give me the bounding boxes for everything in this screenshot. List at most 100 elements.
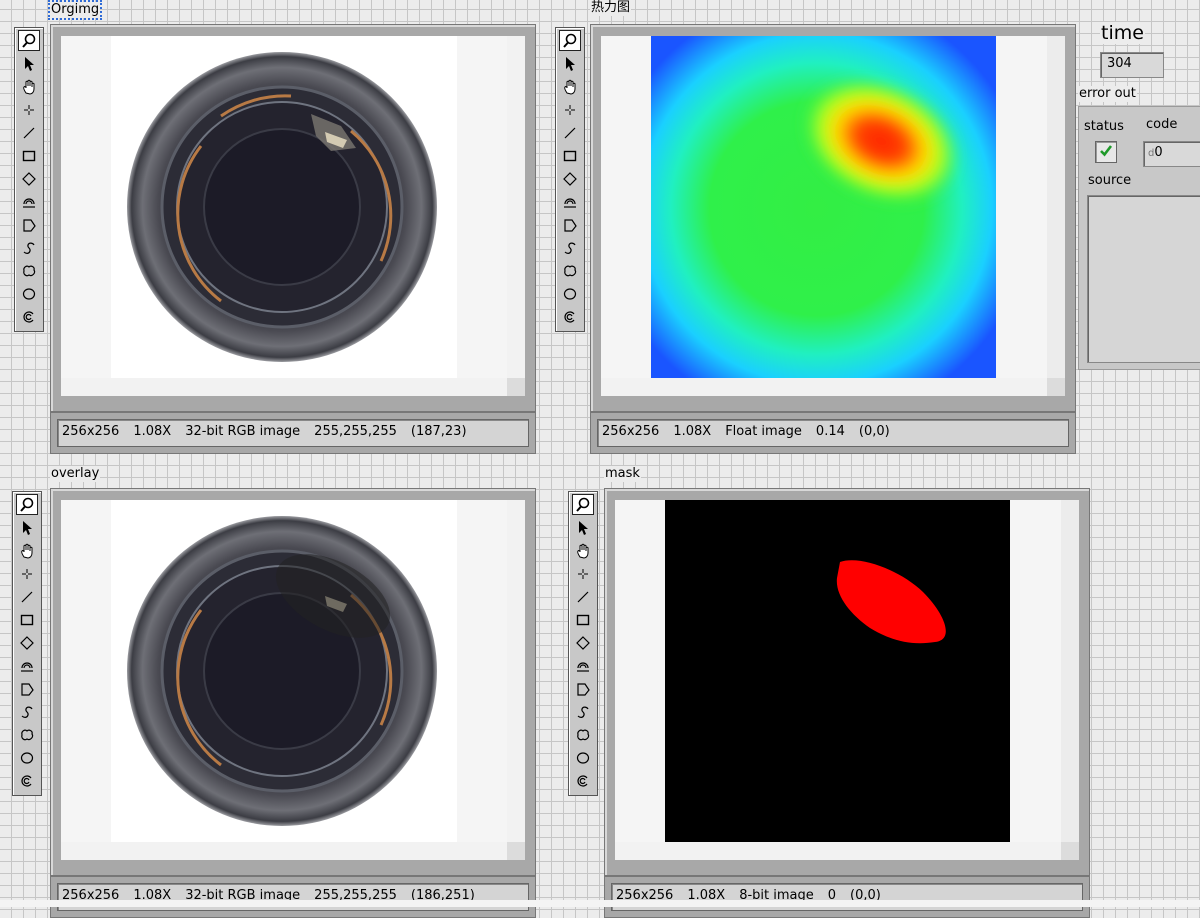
rectangle-tool-icon[interactable] — [18, 145, 40, 166]
error-out-cluster: status code d0 source — [1078, 106, 1200, 370]
polygon-tool-icon[interactable] — [559, 214, 581, 235]
oval-tool-icon[interactable] — [559, 283, 581, 304]
broken-annulus-tool-icon[interactable] — [16, 770, 38, 791]
rectangle-tool-icon[interactable] — [559, 145, 581, 166]
annulus-tool-icon[interactable] — [16, 655, 38, 676]
heatmap-vscroll[interactable] — [1047, 36, 1065, 378]
heatmap-image — [651, 36, 996, 381]
rectangle-tool-icon[interactable] — [572, 609, 594, 630]
source-label: source — [1088, 173, 1132, 188]
orgimg-statusbar: 256x256 1.08X 32-bit RGB image 255,255,255 (… — [50, 412, 536, 454]
freehand-line-tool-icon[interactable] — [18, 237, 40, 258]
pan-tool-icon[interactable] — [18, 76, 40, 97]
status-label: status — [1084, 119, 1124, 134]
oval-tool-icon[interactable] — [18, 283, 40, 304]
broken-annulus-tool-icon[interactable] — [18, 306, 40, 327]
source-field[interactable] — [1087, 195, 1200, 363]
checkmark-icon — [1099, 143, 1113, 161]
pixel-coords: (0,0) — [858, 424, 890, 439]
pointer-tool-icon[interactable] — [18, 53, 40, 74]
bottom-strip — [0, 900, 1200, 907]
pan-tool-icon[interactable] — [16, 540, 38, 561]
rotated-rectangle-tool-icon[interactable] — [572, 632, 594, 653]
orgimg-label[interactable]: Orgimg — [47, 0, 103, 20]
mask-display[interactable] — [604, 488, 1090, 876]
mask-hscroll[interactable] — [615, 842, 1061, 860]
code-label: code — [1146, 117, 1178, 132]
freehand-region-tool-icon[interactable] — [18, 260, 40, 281]
oval-tool-icon[interactable] — [572, 747, 594, 768]
pan-tool-icon[interactable] — [572, 540, 594, 561]
heatmap-statusbar: 256x256 1.08X Float image 0.14 (0,0) — [590, 412, 1076, 454]
pointer-tool-icon[interactable] — [16, 517, 38, 538]
heatmap-hscroll[interactable] — [601, 378, 1047, 396]
time-indicator: 304 — [1100, 52, 1164, 78]
pixel-value: 255,255,255 — [314, 424, 397, 439]
heatmap-label: 热力图 — [590, 0, 632, 16]
zoom-tool-icon[interactable] — [16, 494, 38, 515]
zoom-tool-icon[interactable] — [572, 494, 594, 515]
heatmap-tool-palette — [555, 27, 585, 332]
freehand-line-tool-icon[interactable] — [16, 701, 38, 722]
mask-label: mask — [604, 466, 641, 482]
overlay-display[interactable] — [50, 488, 536, 876]
freehand-line-tool-icon[interactable] — [559, 237, 581, 258]
pointer-tool-icon[interactable] — [559, 53, 581, 74]
zoom-tool-icon[interactable] — [18, 30, 40, 51]
rotated-rectangle-tool-icon[interactable] — [18, 168, 40, 189]
code-field[interactable]: d0 — [1143, 141, 1200, 167]
orgimg-vscroll[interactable] — [507, 36, 525, 378]
zoom-tool-icon[interactable] — [559, 30, 581, 51]
line-tool-icon[interactable] — [16, 586, 38, 607]
oval-tool-icon[interactable] — [16, 747, 38, 768]
point-tool-icon[interactable] — [18, 99, 40, 120]
orgimg-display[interactable] — [50, 24, 536, 412]
overlay-statusbar: 256x256 1.08X 32-bit RGB image 255,255,255(… — [50, 876, 536, 918]
orgimg-hscroll[interactable] — [61, 378, 507, 396]
rotated-rectangle-tool-icon[interactable] — [16, 632, 38, 653]
mask-tool-palette — [568, 491, 598, 796]
point-tool-icon[interactable] — [572, 563, 594, 584]
overlay-image — [127, 516, 437, 826]
orgimg-canvas[interactable] — [61, 36, 525, 388]
zoom-level: 1.08X — [133, 424, 172, 439]
status-checkbox[interactable] — [1095, 141, 1117, 163]
pan-tool-icon[interactable] — [559, 76, 581, 97]
overlay-canvas[interactable] — [61, 500, 525, 852]
image-type: Float image — [725, 424, 802, 439]
overlay-hscroll[interactable] — [61, 842, 507, 860]
broken-annulus-tool-icon[interactable] — [559, 306, 581, 327]
heatmap-canvas[interactable] — [601, 36, 1065, 388]
broken-annulus-tool-icon[interactable] — [572, 770, 594, 791]
pixel-value: 0.14 — [815, 424, 845, 439]
point-tool-icon[interactable] — [16, 563, 38, 584]
line-tool-icon[interactable] — [572, 586, 594, 607]
freehand-line-tool-icon[interactable] — [572, 701, 594, 722]
pointer-tool-icon[interactable] — [572, 517, 594, 538]
freehand-region-tool-icon[interactable] — [559, 260, 581, 281]
mask-vscroll[interactable] — [1061, 500, 1079, 842]
rectangle-tool-icon[interactable] — [16, 609, 38, 630]
polygon-tool-icon[interactable] — [572, 678, 594, 699]
polygon-tool-icon[interactable] — [16, 678, 38, 699]
mask-image — [665, 500, 1010, 845]
annulus-tool-icon[interactable] — [572, 655, 594, 676]
heatmap-display[interactable] — [590, 24, 1076, 412]
mask-canvas[interactable] — [615, 500, 1079, 852]
annulus-tool-icon[interactable] — [18, 191, 40, 212]
overlay-label: overlay — [50, 466, 101, 482]
bottle-top-image — [127, 52, 437, 362]
point-tool-icon[interactable] — [559, 99, 581, 120]
overlay-tool-palette — [12, 491, 42, 796]
freehand-region-tool-icon[interactable] — [572, 724, 594, 745]
mask-statusbar: 256x256 1.08X 8-bit image 0 (0,0) — [604, 876, 1090, 918]
freehand-region-tool-icon[interactable] — [16, 724, 38, 745]
annulus-tool-icon[interactable] — [559, 191, 581, 212]
overlay-vscroll[interactable] — [507, 500, 525, 842]
error-out-label: error out — [1078, 86, 1137, 102]
line-tool-icon[interactable] — [559, 122, 581, 143]
rotated-rectangle-tool-icon[interactable] — [559, 168, 581, 189]
polygon-tool-icon[interactable] — [18, 214, 40, 235]
zoom-level: 1.08X — [673, 424, 712, 439]
line-tool-icon[interactable] — [18, 122, 40, 143]
